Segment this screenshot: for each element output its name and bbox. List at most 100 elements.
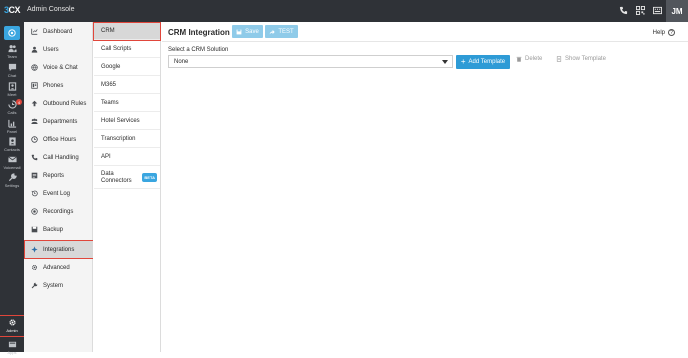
document-icon [556,56,562,62]
help-icon: ? [668,29,675,36]
rail-item-panel[interactable]: Panel [0,119,24,137]
rail-label: Voicemail [3,165,20,170]
plus-icon: + [461,59,466,65]
backup-icon [31,226,38,233]
page-title: CRM Integration [168,28,230,37]
user-icon [31,46,38,53]
nav-item-integrations[interactable]: Integrations [25,241,93,258]
rail-item-chat[interactable]: Chat [0,63,24,81]
nav-item-phones[interactable]: Phones [25,77,93,94]
history-icon [31,190,38,197]
rail-item-calls[interactable]: 4 Calls [0,100,24,118]
rail-item-team[interactable]: Team [0,44,24,62]
subnav-item-teams[interactable]: Teams [94,95,160,112]
chat-icon [8,63,17,72]
rail-item-contacts[interactable]: Contacts [0,137,24,155]
beta-badge: BETA [142,173,157,182]
logo[interactable]: 3CX [4,5,20,15]
nav-item-users[interactable]: Users [25,41,93,58]
subnav-item-api[interactable]: API [94,149,160,166]
subnav-item-m365[interactable]: M365 [94,77,160,94]
subnav-item-google[interactable]: Google [94,59,160,76]
record-icon [31,208,38,215]
clock-icon [31,136,38,143]
divider [162,41,688,42]
gear-icon [31,264,38,271]
puzzle-icon [31,246,38,253]
wrench-icon [31,282,38,289]
show-template-button[interactable]: Show Template [556,56,606,62]
crm-select-label: Select a CRM Solution [168,47,228,53]
chevron-down-icon [442,60,448,64]
nav-item-voice-chat[interactable]: Voice & Chat [25,59,93,76]
nav-item-reports[interactable]: Reports [25,167,93,184]
save-icon [236,29,242,35]
team-icon [8,44,17,53]
nav-item-event-log[interactable]: Event Log [25,185,93,202]
departments-icon [31,118,38,125]
rail-label: Panel [7,129,17,134]
meet-icon [8,82,17,91]
test-button[interactable]: TEST [265,25,298,38]
trash-icon [516,56,522,62]
home-icon[interactable] [4,26,20,40]
rail-item-voicemail[interactable]: Voicemail [0,155,24,173]
rail-label: Meet [8,92,17,97]
crm-solution-select[interactable]: None [168,55,453,68]
settings-icon [8,173,17,182]
voicemail-icon [8,155,17,164]
nav-item-recordings[interactable]: Recordings [25,203,93,220]
rail-label: Apps [7,350,16,355]
rail-label: Contacts [4,147,20,152]
add-template-button[interactable]: + Add Template [456,55,510,69]
rail-item-meet[interactable]: Meet [0,82,24,100]
nav-item-departments[interactable]: Departments [25,113,93,130]
arrow-up-icon [31,100,38,107]
rail-label: Settings [5,183,19,188]
subnav-item-crm[interactable]: CRM [94,23,160,40]
rail-label: Team [7,54,17,59]
admin-nav: Dashboard Users Voice & Chat Phones Outb… [24,22,93,352]
nav-item-advanced[interactable]: Advanced [25,259,93,276]
avatar[interactable]: JM [666,0,688,22]
nav-item-backup[interactable]: Backup [25,221,93,238]
subnav-item-label: Data Connectors [101,171,133,185]
rail-label: Admin [6,328,17,333]
app-title: Admin Console [27,6,74,13]
nav-item-office-hours[interactable]: Office Hours [25,131,93,148]
save-button[interactable]: Save [232,25,263,38]
phone-icon[interactable] [618,5,628,16]
nav-item-call-handling[interactable]: Call Handling [25,149,93,166]
rail-item-settings[interactable]: Settings [0,173,24,191]
qr-code-icon[interactable] [635,5,645,16]
dashboard-icon [31,28,38,35]
subnav-item-hotel-services[interactable]: Hotel Services [94,113,160,130]
subnav-item-call-scripts[interactable]: Call Scripts [94,41,160,58]
integrations-subnav: CRM Call Scripts Google M365 Teams Hotel… [93,22,161,352]
subnav-item-transcription[interactable]: Transcription [94,131,160,148]
delete-button[interactable]: Delete [516,56,542,62]
rail-item-admin[interactable]: Admin [0,316,24,336]
call-handling-icon [31,154,38,161]
phone-device-icon [31,82,38,89]
nav-item-system[interactable]: System [25,277,93,294]
nav-item-dashboard[interactable]: Dashboard [25,23,93,40]
keypad-icon[interactable] [652,5,662,16]
panel-icon [8,119,17,128]
app-rail: Team Chat Meet 4 Calls Panel Contacts Vo… [0,22,24,352]
subnav-item-data-connectors[interactable]: Data Connectors BETA [94,167,160,189]
calls-badge: 4 [16,99,22,105]
top-bar: 3CX Admin Console JM [0,0,688,22]
rail-item-apps[interactable]: Apps [0,340,24,358]
reports-icon [31,172,38,179]
contacts-icon [8,137,17,146]
rail-label: Calls [8,110,17,115]
rail-label: Chat [8,73,16,78]
help-link[interactable]: Help ? [653,29,675,36]
globe-icon [31,64,38,71]
share-arrow-icon [269,29,275,35]
admin-gear-icon [8,318,17,327]
nav-item-outbound-rules[interactable]: Outbound Rules [25,95,93,112]
main-content: CRM Integration Save TEST Help ? Select … [162,22,688,352]
apps-icon [8,340,17,349]
